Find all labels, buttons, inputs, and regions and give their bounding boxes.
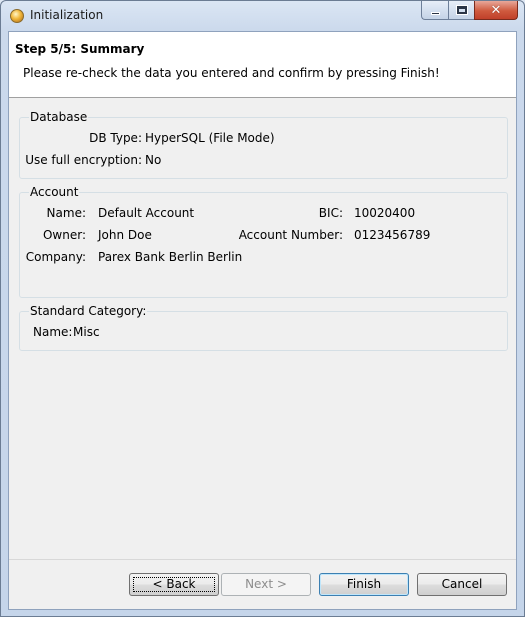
db-type-label: DB Type: — [89, 131, 142, 145]
company-value: Parex Bank Berlin Berlin — [98, 250, 243, 264]
close-icon: ✕ — [490, 2, 502, 18]
caption-buttons: ✕ — [421, 1, 518, 21]
cancel-button[interactable]: Cancel — [417, 573, 507, 596]
owner-label: Owner: — [42, 228, 86, 242]
category-group-label: Standard Category: — [29, 304, 148, 318]
account-number-label: Account Number: — [238, 228, 343, 242]
company-label: Company: — [25, 250, 86, 264]
focus-ring — [133, 577, 215, 592]
db-type-value: HyperSQL (File Mode) — [145, 131, 275, 145]
bic-label: BIC: — [318, 206, 343, 220]
back-button[interactable]: < Back — [129, 573, 219, 596]
encryption-value: No — [145, 153, 162, 167]
account-name-label: Name: — [46, 206, 86, 220]
account-name-value: Default Account — [98, 206, 195, 220]
category-group: Standard Category: Name: Misc — [19, 304, 508, 351]
finish-button-label: Finish — [346, 577, 382, 591]
wizard-header: Step 5/5: Summary Please re-check the da… — [9, 32, 516, 98]
next-button-label: Next > — [245, 577, 287, 591]
close-button[interactable]: ✕ — [474, 1, 518, 20]
account-group: Account Name: Default Account Owner: Joh… — [19, 185, 508, 298]
encryption-label: Use full encryption: — [25, 153, 142, 167]
dialog-client-area: Step 5/5: Summary Please re-check the da… — [8, 31, 517, 610]
step-description: Please re-check the data you entered and… — [23, 66, 440, 80]
category-name-label: Name: — [33, 325, 73, 339]
dialog-window: Initialization ✕ Step 5/5: Summary Pleas… — [0, 0, 525, 617]
database-group: Database DB Type: HyperSQL (File Mode) U… — [19, 110, 508, 179]
window-title: Initialization — [30, 8, 104, 22]
app-icon — [10, 9, 24, 23]
title-bar[interactable]: Initialization ✕ — [1, 1, 524, 31]
category-name-value: Misc — [73, 325, 100, 339]
account-number-value: 0123456789 — [354, 228, 431, 242]
minimize-icon — [430, 11, 440, 15]
finish-button[interactable]: Finish — [319, 573, 409, 596]
bic-value: 10020400 — [354, 206, 416, 220]
account-group-label: Account — [29, 185, 80, 199]
footer-separator — [9, 559, 516, 560]
maximize-button[interactable] — [448, 1, 474, 20]
owner-value: John Doe — [98, 228, 152, 242]
database-group-label: Database — [29, 110, 89, 124]
minimize-button[interactable] — [421, 1, 448, 20]
next-button[interactable]: Next > — [221, 573, 311, 596]
maximize-icon — [455, 5, 468, 15]
cancel-button-label: Cancel — [441, 577, 483, 591]
step-title: Step 5/5: Summary — [15, 42, 145, 56]
